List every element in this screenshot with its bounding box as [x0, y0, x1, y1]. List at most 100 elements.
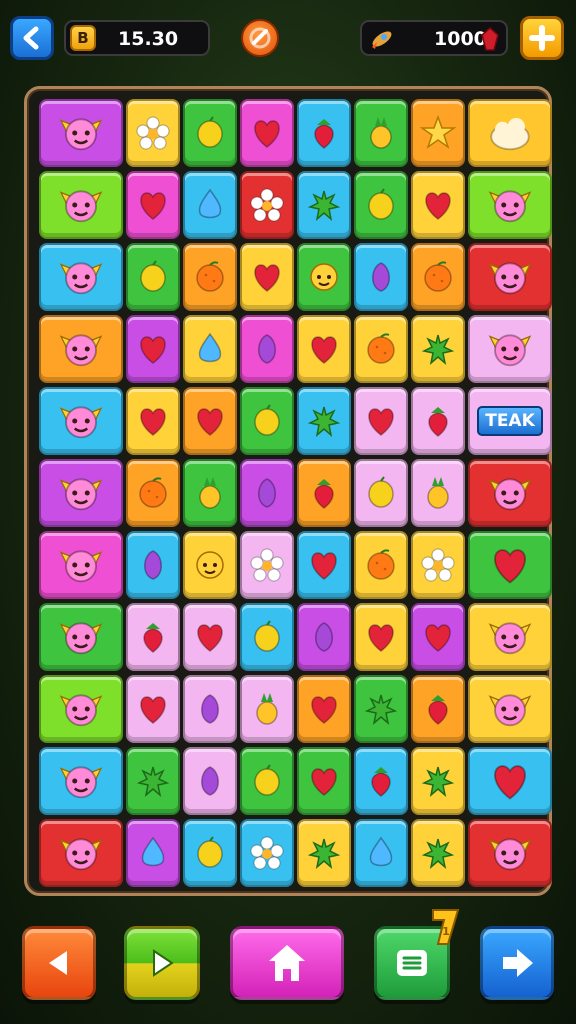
tile-flower[interactable] — [240, 819, 294, 887]
previous-button[interactable] — [22, 926, 96, 1000]
tile-flower[interactable] — [240, 531, 294, 599]
tile-winged[interactable] — [468, 819, 552, 887]
tile-heart[interactable] — [240, 243, 294, 311]
tile-lemon[interactable] — [354, 171, 408, 239]
tile-face[interactable] — [297, 243, 351, 311]
tile-pineapple[interactable] — [240, 675, 294, 743]
tile-heart[interactable] — [126, 171, 180, 239]
tile-heart[interactable] — [126, 315, 180, 383]
tile-winged[interactable] — [39, 603, 123, 671]
heart-icon — [425, 624, 451, 652]
tile-drop[interactable] — [183, 171, 237, 239]
tile-winged[interactable] — [468, 603, 552, 671]
tile-heart[interactable] — [468, 531, 552, 599]
strawberry-icon — [371, 767, 391, 797]
tile-plum[interactable] — [354, 243, 408, 311]
tile-pineapple[interactable] — [354, 99, 408, 167]
back-button[interactable] — [10, 16, 54, 60]
tile-winged[interactable] — [39, 459, 123, 527]
tile-heart[interactable] — [354, 603, 408, 671]
tile-cactus[interactable] — [297, 819, 351, 887]
tile-winged[interactable] — [468, 243, 552, 311]
tile-star[interactable] — [411, 99, 465, 167]
tile-winged[interactable] — [39, 747, 123, 815]
tile-winged[interactable] — [39, 819, 123, 887]
tile-cactus[interactable] — [126, 747, 180, 815]
tile-flower[interactable] — [411, 531, 465, 599]
tile-orange[interactable] — [354, 531, 408, 599]
tile-strawberry[interactable] — [411, 675, 465, 743]
tile-heart[interactable] — [354, 387, 408, 455]
tile-plum[interactable] — [183, 675, 237, 743]
tile-strawberry[interactable] — [354, 747, 408, 815]
tile-plum[interactable] — [183, 747, 237, 815]
tile-heart[interactable] — [183, 603, 237, 671]
tile-cactus[interactable] — [297, 387, 351, 455]
tile-heart[interactable] — [240, 99, 294, 167]
tile-heart[interactable] — [297, 315, 351, 383]
share-button[interactable] — [480, 926, 554, 1000]
tile-winged[interactable] — [39, 171, 123, 239]
tile-cactus[interactable] — [411, 315, 465, 383]
tile-plum[interactable] — [126, 531, 180, 599]
tile-winged[interactable] — [39, 675, 123, 743]
tile-cloud[interactable] — [468, 99, 552, 167]
tile-heart[interactable] — [126, 387, 180, 455]
add-currency-button[interactable] — [520, 16, 564, 60]
tile-lemon[interactable] — [240, 747, 294, 815]
tile-winged[interactable] — [39, 99, 123, 167]
tile-heart[interactable] — [297, 531, 351, 599]
tile-heart[interactable] — [297, 747, 351, 815]
tile-winged[interactable] — [468, 459, 552, 527]
tile-orange[interactable] — [411, 243, 465, 311]
tile-drop[interactable] — [354, 819, 408, 887]
tile-heart[interactable] — [297, 675, 351, 743]
tile-plum[interactable] — [297, 603, 351, 671]
tile-cactus[interactable] — [411, 747, 465, 815]
next-button[interactable] — [124, 926, 200, 1000]
tile-pineapple[interactable] — [183, 459, 237, 527]
tile-orange[interactable] — [183, 243, 237, 311]
tile-lemon[interactable] — [354, 459, 408, 527]
tile-orange[interactable] — [126, 459, 180, 527]
tile-winged[interactable] — [468, 171, 552, 239]
tile-strawberry[interactable] — [411, 387, 465, 455]
timer-icon[interactable] — [241, 19, 279, 57]
tile-pineapple[interactable] — [411, 459, 465, 527]
tile-face[interactable] — [183, 531, 237, 599]
lemon-icon — [140, 260, 166, 292]
tile-winged[interactable] — [39, 243, 123, 311]
tile-label-block[interactable]: TEAK — [468, 387, 552, 455]
tile-heart[interactable] — [183, 387, 237, 455]
tile-lemon[interactable] — [183, 819, 237, 887]
tile-plum[interactable] — [240, 459, 294, 527]
tile-heart[interactable] — [468, 747, 552, 815]
tile-cactus[interactable] — [297, 171, 351, 239]
tile-lemon[interactable] — [240, 603, 294, 671]
tile-heart[interactable] — [126, 675, 180, 743]
tile-lemon[interactable] — [183, 99, 237, 167]
tile-drop[interactable] — [183, 315, 237, 383]
tile-drop[interactable] — [126, 819, 180, 887]
tile-strawberry[interactable] — [297, 459, 351, 527]
tile-cactus[interactable] — [411, 819, 465, 887]
tile-strawberry[interactable] — [297, 99, 351, 167]
tile-heart[interactable] — [411, 603, 465, 671]
tile-winged[interactable] — [39, 315, 123, 383]
plum-icon — [201, 694, 219, 724]
tile-heart[interactable] — [411, 171, 465, 239]
tile-orange[interactable] — [354, 315, 408, 383]
tile-winged[interactable] — [468, 675, 552, 743]
tile-strawberry[interactable] — [126, 603, 180, 671]
tile-cactus[interactable] — [354, 675, 408, 743]
tile-plum[interactable] — [240, 315, 294, 383]
tile-flower[interactable] — [240, 171, 294, 239]
winged-icon — [59, 334, 103, 367]
home-button[interactable] — [230, 926, 344, 1000]
tile-winged[interactable] — [39, 387, 123, 455]
tile-lemon[interactable] — [126, 243, 180, 311]
tile-winged[interactable] — [39, 531, 123, 599]
tile-lemon[interactable] — [240, 387, 294, 455]
tile-flower[interactable] — [126, 99, 180, 167]
tile-winged[interactable] — [468, 315, 552, 383]
